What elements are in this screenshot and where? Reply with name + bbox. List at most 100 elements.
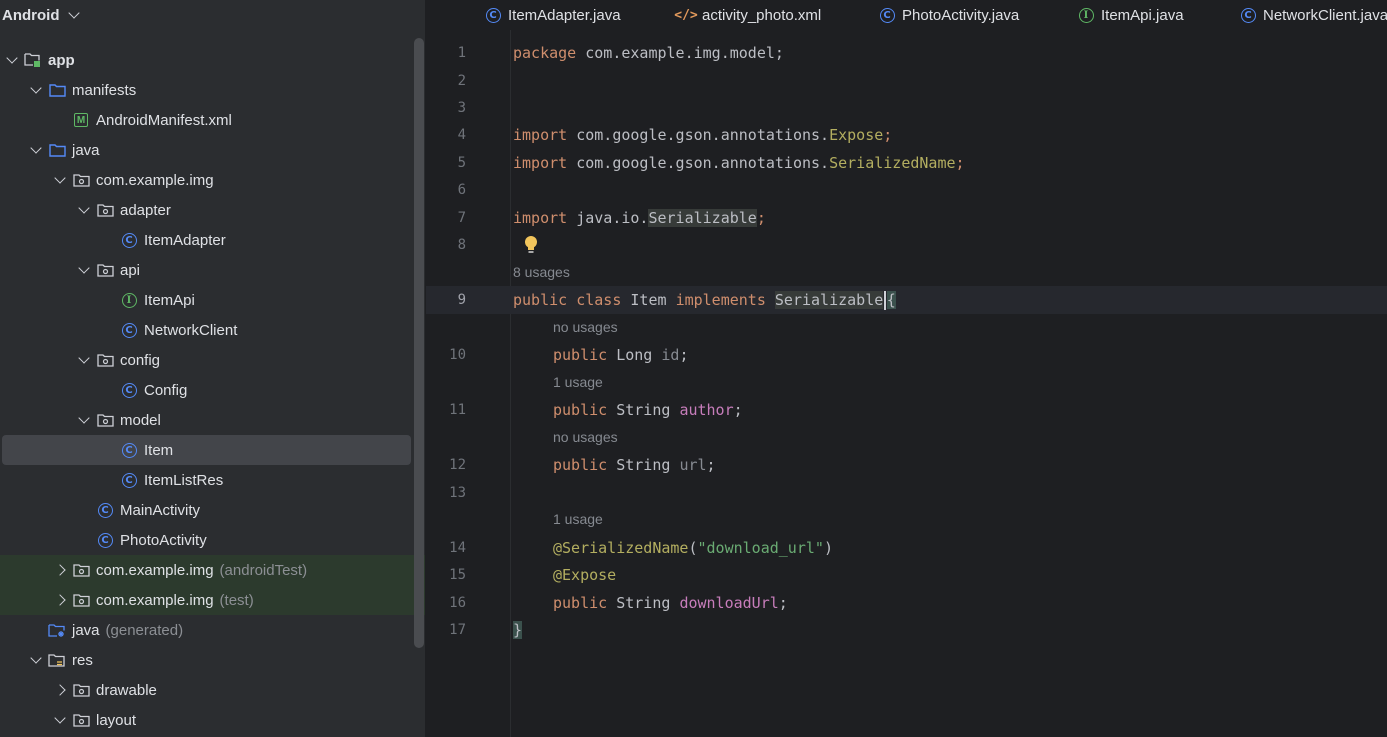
annotation: @SerializedName — [553, 539, 689, 557]
code-text[interactable]: public Long id; — [553, 346, 688, 364]
code-text[interactable]: import java.io.Serializable; — [513, 209, 766, 227]
code-line[interactable]: 7 import java.io.Serializable; — [426, 204, 1387, 232]
tab-item-adapter[interactable]: C ItemAdapter.java — [484, 0, 621, 30]
lightbulb-icon[interactable] — [524, 235, 538, 255]
tree-item[interactable]: adapter — [0, 195, 410, 225]
tab-activity-photo[interactable]: </> activity_photo.xml — [674, 0, 821, 30]
code-line[interactable]: 16 public String downloadUrl; — [426, 589, 1387, 617]
chevron-right-icon[interactable] — [48, 675, 72, 705]
class-icon: C — [1239, 6, 1257, 24]
code-text[interactable]: package com.example.img.model; — [513, 44, 784, 62]
chevron-down-icon[interactable] — [48, 165, 72, 195]
code-text[interactable]: import com.google.gson.annotations.Expos… — [513, 126, 892, 144]
code-line[interactable]: 11 public String author; — [426, 396, 1387, 424]
tree-item[interactable]: com.example.img (androidTest) — [0, 555, 425, 585]
chevron-right-icon[interactable] — [48, 555, 72, 585]
code-line[interactable]: 8 — [426, 231, 1387, 259]
tree-item[interactable]: java — [0, 135, 410, 165]
project-scrollbar[interactable] — [414, 38, 424, 648]
xml-icon: </> — [674, 7, 698, 23]
tree-item[interactable]: C ItemListRes — [0, 465, 410, 495]
code-text[interactable]: public String author; — [553, 401, 743, 419]
usages-hint[interactable]: 8 usages — [513, 264, 570, 284]
chevron-down-icon[interactable] — [72, 255, 96, 285]
tree-item-suffix: (generated) — [105, 621, 184, 639]
code-line[interactable]: 3 — [426, 94, 1387, 122]
chevron-down-icon[interactable] — [24, 135, 48, 165]
tree-item[interactable]: com.example.img (test) — [0, 585, 425, 615]
tree-item[interactable]: C MainActivity — [0, 495, 410, 525]
tree-item[interactable]: api — [0, 255, 410, 285]
line-number: 13 — [449, 485, 466, 501]
tab-photo-activity[interactable]: C PhotoActivity.java — [878, 0, 1019, 30]
tree-item[interactable]: C Config — [0, 375, 410, 405]
usages-hint[interactable]: 1 usage — [553, 374, 603, 394]
tree-item[interactable]: C NetworkClient — [0, 315, 410, 345]
code-text[interactable]: public String downloadUrl; — [553, 594, 788, 612]
code-text[interactable]: import com.google.gson.annotations.Seria… — [513, 154, 965, 172]
code-line[interactable]: 4 import com.google.gson.annotations.Exp… — [426, 121, 1387, 149]
type-name: String — [616, 456, 671, 474]
tree-item[interactable]: app — [0, 45, 410, 75]
code-line[interactable]: 6 — [426, 176, 1387, 204]
chevron-down-icon[interactable] — [24, 645, 48, 675]
tree-item[interactable]: layout — [0, 705, 410, 735]
chevron-down-icon[interactable] — [72, 345, 96, 375]
code-text[interactable]: } — [513, 621, 523, 639]
code-line[interactable]: 2 — [426, 67, 1387, 95]
project-panel: Android app manifests M AndroidManifest.xml… — [0, 0, 425, 737]
code-line[interactable]: 5 import com.google.gson.annotations.Ser… — [426, 149, 1387, 177]
keyword: import — [513, 209, 568, 227]
tree-item[interactable]: res — [0, 645, 410, 675]
tree-item-label: ItemAdapter — [144, 231, 226, 249]
usages-hint[interactable]: 1 usage — [553, 511, 603, 531]
usages-hint[interactable]: no usages — [553, 319, 618, 339]
tree-item[interactable]: C ItemAdapter — [0, 225, 410, 255]
code-line-current[interactable]: 9 public class Item implements Serializa… — [426, 286, 1387, 314]
code-line[interactable]: 13 — [426, 479, 1387, 507]
tree-item-label: com.example.img — [96, 591, 214, 609]
code-text[interactable]: public String url; — [553, 456, 716, 474]
line-number: 1 — [457, 45, 466, 61]
text-caret — [884, 290, 886, 310]
tree-item[interactable]: M AndroidManifest.xml — [0, 105, 410, 135]
tab-network-client[interactable]: C NetworkClient.java — [1239, 0, 1387, 30]
tree-item[interactable]: config — [0, 345, 410, 375]
chevron-down-icon[interactable] — [0, 45, 24, 75]
code-line[interactable]: 1 package com.example.img.model; — [426, 39, 1387, 67]
code-line[interactable]: 12 public String url; — [426, 451, 1387, 479]
code-text[interactable]: @SerializedName("download_url") — [553, 539, 833, 557]
chevron-down-icon[interactable] — [48, 705, 72, 735]
tree-item-label: java — [72, 621, 100, 639]
chevron-down-icon[interactable] — [24, 75, 48, 105]
field-name: id — [661, 346, 680, 364]
tab-item-api[interactable]: I ItemApi.java — [1077, 0, 1184, 30]
code-text[interactable]: public class Item implements Serializabl… — [513, 290, 896, 310]
tree-item[interactable]: com.example.img — [0, 165, 410, 195]
folder-icon — [48, 141, 66, 159]
code-line[interactable]: 10 public Long id; — [426, 341, 1387, 369]
usages-hint[interactable]: no usages — [553, 429, 618, 449]
tree-item-label: ItemApi — [144, 291, 195, 309]
class-name: Item — [630, 290, 667, 309]
tree-item[interactable]: C PhotoActivity — [0, 525, 410, 555]
code-line[interactable]: 15 @Expose — [426, 561, 1387, 589]
code-editor[interactable]: C ItemAdapter.java </> activity_photo.xm… — [426, 0, 1387, 737]
import-path: com.google.gson.annotations. — [567, 154, 830, 172]
tree-item[interactable]: java (generated) — [0, 615, 410, 645]
tree-item[interactable]: I ItemApi — [0, 285, 410, 315]
tree-item[interactable]: C Item — [2, 435, 411, 465]
code-text[interactable]: @Expose — [553, 566, 616, 584]
chevron-right-icon[interactable] — [48, 585, 72, 615]
chevron-down-icon[interactable] — [72, 405, 96, 435]
tree-item[interactable]: model — [0, 405, 410, 435]
chevron-down-icon[interactable] — [72, 195, 96, 225]
chevron-down-icon[interactable] — [67, 6, 80, 19]
tree-item[interactable]: drawable — [0, 675, 410, 705]
tree-item[interactable]: manifests — [0, 75, 410, 105]
code-line[interactable]: 14 @SerializedName("download_url") — [426, 534, 1387, 562]
project-view-selector[interactable]: Android — [0, 0, 425, 30]
code-line[interactable]: 17 } — [426, 616, 1387, 644]
